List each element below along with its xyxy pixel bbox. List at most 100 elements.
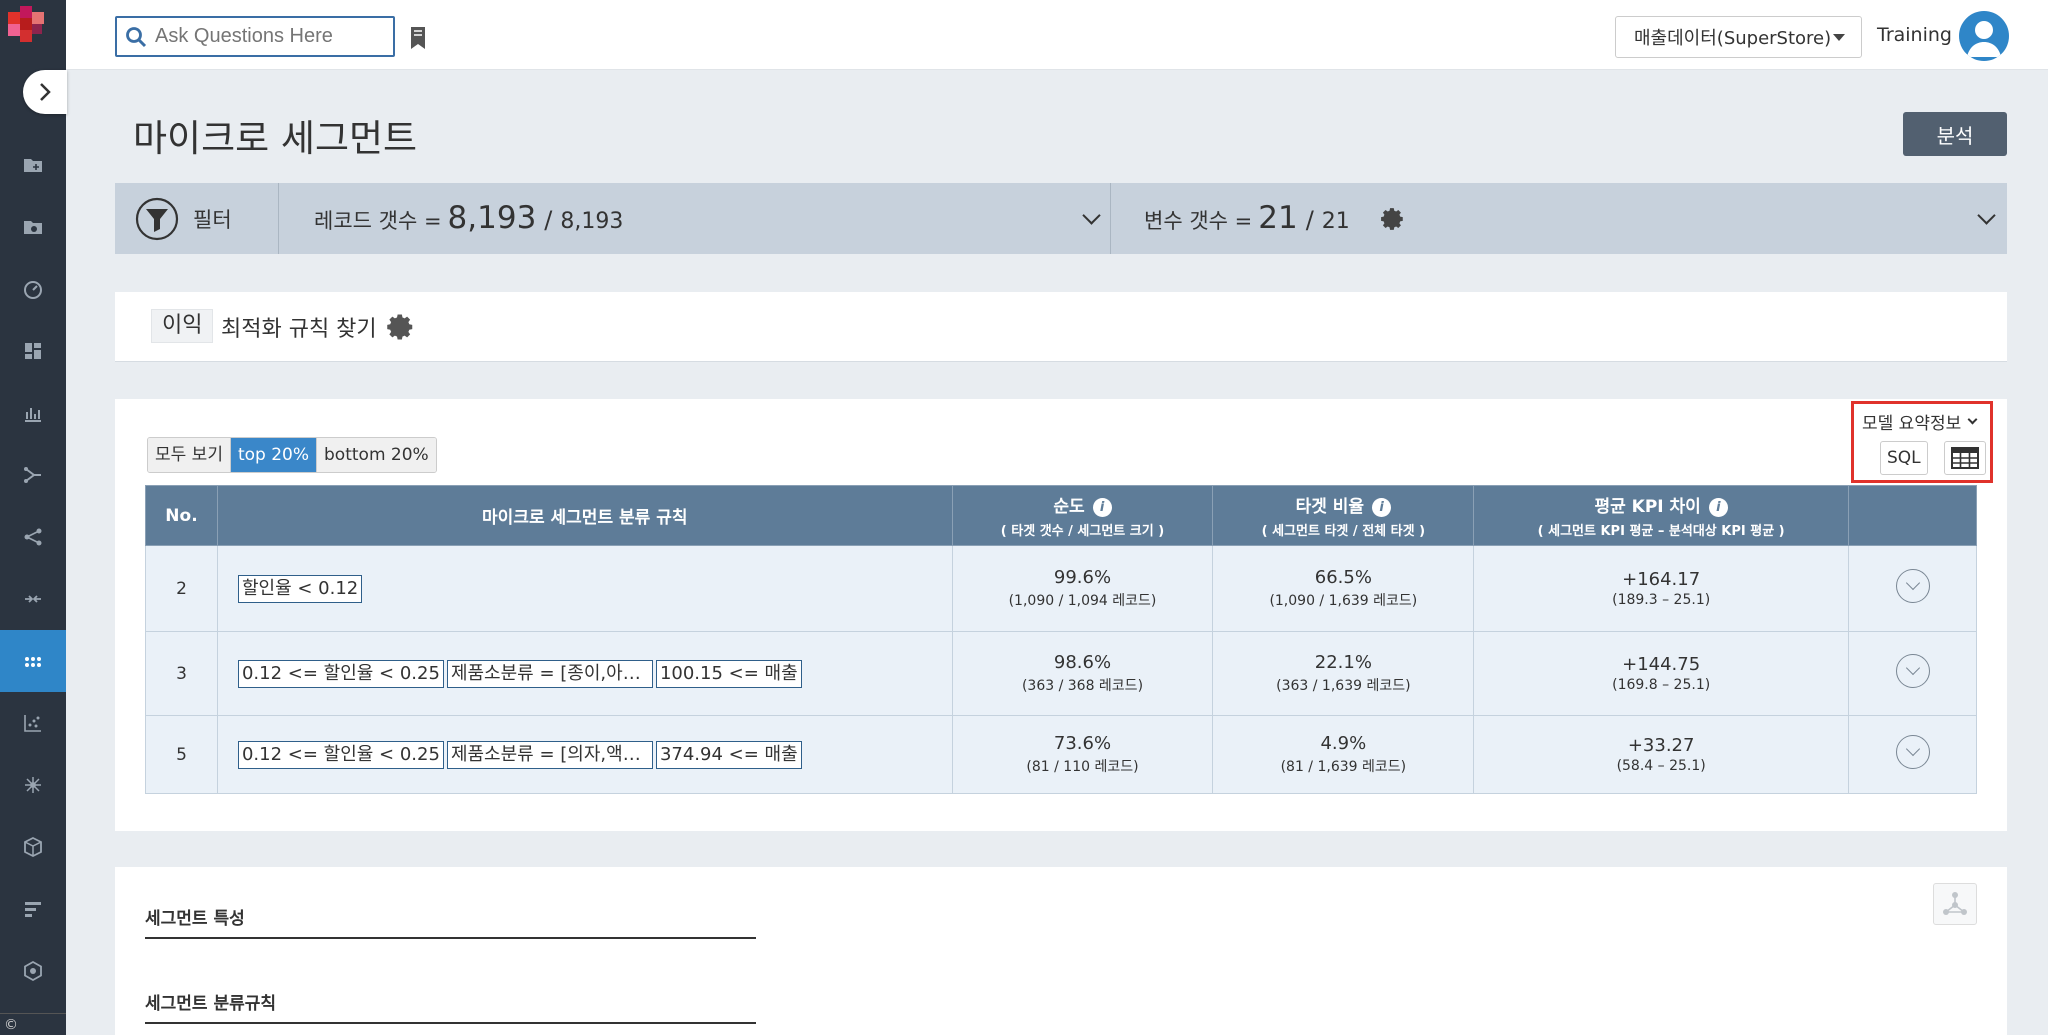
- sidebar-item-list[interactable]: [0, 878, 66, 940]
- segment-view-toggle: 모두 보기 top 20% bottom 20%: [147, 437, 437, 473]
- sidebar-item-network[interactable]: [0, 754, 66, 816]
- rule-condition[interactable]: 0.12 <= 할인율 < 0.25: [237, 740, 444, 769]
- table-view-button[interactable]: [1944, 441, 1986, 475]
- col-header-no[interactable]: No.: [145, 485, 218, 546]
- col-header-kpi-diff[interactable]: 평균 KPI 차이 i ( 세그먼트 KPI 평균 – 분석대상 KPI 평균 ): [1473, 485, 1850, 546]
- info-icon[interactable]: i: [1092, 497, 1112, 517]
- gear-icon[interactable]: [1380, 206, 1406, 232]
- cell-no: 3: [145, 631, 218, 716]
- col-header-purity[interactable]: 순도 i ( 타겟 갯수 / 세그먼트 크기 ): [951, 485, 1214, 546]
- kpi-diff-value: +144.75: [1622, 654, 1701, 675]
- cell-purity: 99.6% (1,090 / 1,094 레코드): [951, 545, 1214, 632]
- gauge-icon: [24, 281, 42, 299]
- sidebar-item-dashboard[interactable]: [0, 320, 66, 382]
- app-logo[interactable]: [0, 0, 66, 66]
- chevron-right-icon: [40, 83, 51, 101]
- rule-condition[interactable]: 제품소분류 = [종이,아트…: [446, 659, 653, 688]
- expand-row-icon[interactable]: [1895, 569, 1930, 603]
- sidebar-item-flow[interactable]: [0, 444, 66, 506]
- sidebar-expand-button[interactable]: [23, 70, 67, 114]
- folder-gear-icon: [24, 221, 42, 234]
- info-icon[interactable]: i: [1708, 497, 1728, 517]
- dashboard-icon: [25, 343, 41, 359]
- filter-bar: 필터 레코드 갯수 = 8,193 / 8,193 변수 갯수 = 21 / 2…: [115, 183, 2007, 254]
- top-bar: 매출데이터(SuperStore) Training: [66, 0, 2048, 70]
- col-header-purity-sub: ( 타겟 갯수 / 세그먼트 크기 ): [1000, 524, 1165, 539]
- chevron-down-icon[interactable]: [1082, 206, 1101, 225]
- col-header-kpi-diff-sub: ( 세그먼트 KPI 평균 – 분석대상 KPI 평균 ): [1537, 524, 1785, 539]
- record-count-panel[interactable]: 레코드 갯수 = 8,193 / 8,193: [298, 183, 1111, 254]
- variable-count-panel[interactable]: 변수 갯수 = 21 / 21: [1144, 183, 2007, 254]
- purity-detail: (1,090 / 1,094 레코드): [1008, 593, 1157, 609]
- rule-condition[interactable]: 0.12 <= 할인율 < 0.25: [237, 659, 444, 688]
- filter-button[interactable]: 필터: [115, 183, 279, 254]
- network-view-button[interactable]: [1933, 883, 1977, 925]
- sidebar-item-dashboard-gauge[interactable]: [0, 258, 66, 320]
- table-row[interactable]: 5 0.12 <= 할인율 < 0.25 제품소분류 = [의자,액세… 374.9…: [145, 715, 1977, 794]
- sidebar-item-share[interactable]: [0, 506, 66, 568]
- cell-no: 5: [145, 715, 218, 794]
- target-ratio-detail: (363 / 1,639 레코드): [1276, 678, 1411, 694]
- rule-condition[interactable]: 할인율 < 0.12: [237, 574, 363, 603]
- search-icon: [126, 26, 147, 47]
- user-avatar-icon: [1967, 21, 2001, 57]
- col-header-rule[interactable]: 마이크로 세그먼트 분류 규칙: [216, 485, 953, 546]
- search-input[interactable]: [155, 25, 385, 48]
- chevron-down-icon[interactable]: [1977, 206, 1996, 225]
- search-box[interactable]: [115, 16, 395, 57]
- analyze-button[interactable]: 분석: [1903, 112, 2007, 156]
- sidebar-item-settings[interactable]: [0, 940, 66, 1002]
- rule-condition[interactable]: 374.94 <= 매출: [655, 740, 802, 769]
- gear-icon[interactable]: [386, 312, 416, 342]
- sidebar-item-folder[interactable]: [0, 134, 66, 196]
- cell-kpi-diff: +164.17 (189.3 – 25.1): [1473, 545, 1850, 632]
- col-header-actions: [1848, 485, 1977, 546]
- sidebar-item-scatter[interactable]: [0, 692, 66, 754]
- cell-target-ratio: 66.5% (1,090 / 1,639 레코드): [1212, 545, 1475, 632]
- table-grid-icon: [1951, 447, 1979, 469]
- sql-button[interactable]: SQL: [1880, 441, 1928, 475]
- model-summary-label: 모델 요약정보: [1862, 414, 1962, 434]
- kpi-diff-detail: (169.8 – 25.1): [1612, 677, 1711, 693]
- bottom-20-button[interactable]: bottom 20%: [317, 438, 436, 472]
- sidebar-item-micro-segment[interactable]: [0, 630, 66, 692]
- kpi-tag[interactable]: 이익: [151, 309, 214, 343]
- table-row[interactable]: 3 0.12 <= 할인율 < 0.25 제품소분류 = [종이,아트… 100.1…: [145, 631, 1977, 716]
- sidebar: ©: [0, 0, 67, 1035]
- filter-label: 필터: [193, 207, 232, 232]
- expand-row-icon[interactable]: [1895, 654, 1930, 688]
- page-title: 마이크로 세그먼트: [133, 117, 418, 160]
- col-header-kpi-diff-label: 평균 KPI 차이: [1594, 497, 1701, 517]
- model-summary-toggle[interactable]: 모델 요약정보: [1862, 409, 1978, 434]
- rule-finder-card: 이익 최적화 규칙 찾기: [115, 292, 2007, 362]
- purity-detail: (363 / 368 레코드): [1021, 678, 1144, 694]
- segment-table: No. 마이크로 세그먼트 분류 규칙 순도 i ( 타겟 갯수 / 세그먼트 크…: [145, 485, 1977, 794]
- dataset-select-value: 매출데이터(SuperStore): [1634, 28, 1832, 49]
- bookmark-icon[interactable]: [409, 26, 427, 50]
- view-all-button[interactable]: 모두 보기: [148, 438, 230, 472]
- variable-count-label: 변수 갯수 =: [1144, 209, 1253, 233]
- info-icon[interactable]: i: [1372, 497, 1392, 517]
- sidebar-item-bar-chart[interactable]: [0, 382, 66, 444]
- expand-row-icon[interactable]: [1895, 735, 1930, 769]
- rule-finder-title: 최적화 규칙 찾기: [221, 317, 377, 342]
- filter-funnel-icon: [135, 197, 179, 240]
- sidebar-item-compare[interactable]: [0, 568, 66, 630]
- rule-condition[interactable]: 제품소분류 = [의자,액세…: [446, 740, 653, 769]
- avatar[interactable]: [1959, 11, 2009, 61]
- user-name[interactable]: Training: [1877, 24, 1952, 46]
- scatter-chart-icon: [24, 715, 41, 732]
- sidebar-item-cube[interactable]: [0, 816, 66, 878]
- chevron-down-icon: [1967, 414, 1978, 425]
- purity-detail: (81 / 110 레코드): [1026, 759, 1139, 775]
- rule-condition[interactable]: 100.15 <= 매출: [655, 659, 802, 688]
- col-header-target-ratio[interactable]: 타겟 비율 i ( 세그먼트 타겟 / 전체 타겟 ): [1212, 485, 1475, 546]
- folder-add-icon: [24, 159, 42, 172]
- cell-no: 2: [145, 545, 218, 632]
- top-20-button[interactable]: top 20%: [229, 438, 318, 472]
- table-row[interactable]: 2 할인율 < 0.12 99.6% (1,090 / 1,094 레코드) 6…: [145, 545, 1977, 632]
- cell-rule: 0.12 <= 할인율 < 0.25 제품소분류 = [의자,액세… 374.94 …: [216, 715, 953, 794]
- sidebar-item-folder-settings[interactable]: [0, 196, 66, 258]
- hexagon-gear-icon: [24, 960, 42, 982]
- dataset-select[interactable]: 매출데이터(SuperStore): [1615, 16, 1862, 58]
